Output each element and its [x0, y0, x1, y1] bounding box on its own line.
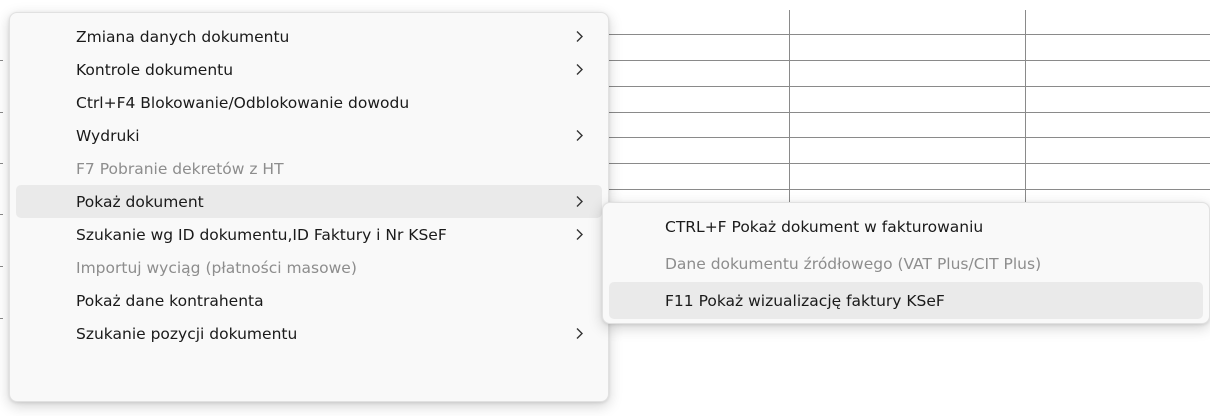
grid-row-line — [605, 34, 1210, 35]
menu-item-label: Importuj wyciąg (płatności masowe) — [76, 258, 357, 277]
menu-item-pokaz-dane-kontrahenta[interactable]: Pokaż dane kontrahenta — [16, 284, 602, 317]
chevron-right-icon — [575, 218, 584, 251]
menu-item-szukanie-pozycji[interactable]: Szukanie pozycji dokumentu — [16, 317, 602, 350]
menu-item-label: Ctrl+F4 Blokowanie/Odblokowanie dowodu — [76, 93, 410, 112]
grid-edge-tick — [0, 266, 3, 267]
menu-item-label: Pokaż dokument — [76, 192, 204, 211]
grid-edge-tick — [0, 112, 3, 113]
grid-edge-tick — [0, 163, 3, 164]
context-menu: Zmiana danych dokumentu Kontrole dokumen… — [9, 12, 609, 402]
menu-item-pokaz-dokument[interactable]: Pokaż dokument — [16, 185, 602, 218]
submenu-item-wizualizacja-ksef[interactable]: F11 Pokaż wizualizację faktury KSeF — [609, 282, 1203, 319]
menu-item-label: CTRL+F Pokaż dokument w fakturowaniu — [665, 217, 984, 236]
grid-edge-tick — [0, 318, 3, 319]
submenu-pokaz-dokument: CTRL+F Pokaż dokument w fakturowaniu Dan… — [602, 202, 1210, 324]
menu-item-label: Szukanie wg ID dokumentu,ID Faktury i Nr… — [76, 225, 447, 244]
menu-item-zmiana-danych-dokumentu[interactable]: Zmiana danych dokumentu — [16, 20, 602, 53]
menu-item-label: F11 Pokaż wizualizację faktury KSeF — [665, 291, 945, 310]
menu-item-kontrole-dokumentu[interactable]: Kontrole dokumentu — [16, 53, 602, 86]
grid-row-line — [605, 163, 1210, 164]
menu-item-label: Wydruki — [76, 126, 140, 145]
grid-edge-tick — [0, 60, 3, 61]
menu-item-wydruki[interactable]: Wydruki — [16, 119, 602, 152]
menu-item-label: Dane dokumentu źródłowego (VAT Plus/CIT … — [665, 254, 1042, 273]
menu-item-label: Szukanie pozycji dokumentu — [76, 324, 298, 343]
grid-column-line — [789, 10, 790, 204]
submenu-item-dane-zrodlowe: Dane dokumentu źródłowego (VAT Plus/CIT … — [609, 245, 1203, 282]
submenu-item-pokaz-w-fakturowaniu[interactable]: CTRL+F Pokaż dokument w fakturowaniu — [609, 208, 1203, 245]
chevron-right-icon — [575, 53, 584, 86]
menu-item-blokowanie-dowodu[interactable]: Ctrl+F4 Blokowanie/Odblokowanie dowodu — [16, 86, 602, 119]
menu-item-szukanie-wg-id[interactable]: Szukanie wg ID dokumentu,ID Faktury i Nr… — [16, 218, 602, 251]
chevron-right-icon — [575, 119, 584, 152]
grid-edge-tick — [0, 214, 3, 215]
chevron-right-icon — [575, 185, 584, 218]
menu-item-importuj-wyciag: Importuj wyciąg (płatności masowe) — [16, 251, 602, 284]
grid-row-line — [605, 86, 1210, 87]
menu-item-label: F7 Pobranie dekretów z HT — [76, 159, 284, 178]
menu-item-pobranie-dekretow: F7 Pobranie dekretów z HT — [16, 152, 602, 185]
chevron-right-icon — [575, 317, 584, 350]
menu-item-label: Pokaż dane kontrahenta — [76, 291, 264, 310]
menu-item-label: Zmiana danych dokumentu — [76, 27, 290, 46]
menu-item-label: Kontrole dokumentu — [76, 60, 234, 79]
chevron-right-icon — [575, 20, 584, 53]
grid-column-line — [1025, 10, 1026, 204]
grid-row-line — [605, 189, 1210, 190]
grid-row-line — [605, 112, 1210, 113]
grid-row-line — [605, 60, 1210, 61]
grid-row-line — [605, 137, 1210, 138]
